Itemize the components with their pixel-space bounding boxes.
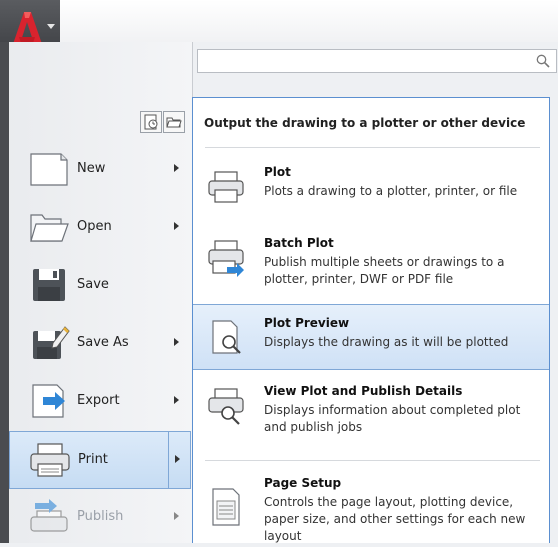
- submenu-arrow-icon: [174, 396, 179, 404]
- open-documents-button[interactable]: [163, 111, 185, 133]
- menu-item-label: Export: [77, 393, 120, 408]
- menu-item-print[interactable]: Print: [9, 431, 191, 489]
- plot-preview-icon: [212, 320, 241, 354]
- submenu-item-title: Plot Preview: [264, 316, 350, 330]
- submenu-header: Output the drawing to a plotter or other…: [204, 116, 526, 130]
- submenu-item-title: Batch Plot: [264, 236, 334, 250]
- menu-item-label: New: [77, 161, 106, 176]
- open-documents-icon: [166, 117, 182, 128]
- submenu-item-description: Plots a drawing to a plotter, printer, o…: [264, 184, 518, 198]
- menu-item-open[interactable]: Open: [9, 199, 191, 257]
- submenu-arrow-icon: [174, 338, 179, 346]
- page-setup-icon: [212, 488, 240, 526]
- submenu-item-title: Plot: [264, 165, 291, 179]
- menu-item-label: Save As: [77, 335, 129, 350]
- submenu-item-view-plot-details[interactable]: View Plot and Publish Details Displays i…: [193, 373, 549, 449]
- submenu-item-plot[interactable]: Plot Plots a drawing to a plotter, print…: [193, 154, 549, 220]
- submenu-item-description: Displays the drawing as it will be plott…: [264, 335, 509, 349]
- search-input[interactable]: [198, 50, 530, 72]
- divider: [205, 460, 540, 461]
- menu-item-label: Save: [77, 277, 109, 292]
- menu-item-save[interactable]: Save: [9, 257, 191, 315]
- top-bar: [0, 0, 558, 42]
- menu-item-export[interactable]: Export: [9, 373, 191, 431]
- printer-icon: [208, 171, 244, 203]
- submenu-item-title: Page Setup: [264, 476, 342, 490]
- menu-item-label: Publish: [77, 509, 124, 524]
- search-box[interactable]: [197, 49, 557, 73]
- batch-plot-icon: [208, 240, 244, 277]
- menu-item-label: Open: [77, 219, 112, 234]
- save-as-icon: [33, 326, 70, 359]
- divider: [205, 147, 540, 148]
- submenu-item-description: Displays information about completed plo…: [264, 403, 521, 434]
- menu-item-new[interactable]: New: [9, 141, 191, 199]
- menu-item-label: Print: [78, 452, 108, 467]
- submenu-arrow-icon: [174, 512, 179, 520]
- export-icon: [32, 384, 65, 418]
- printer-icon: [30, 443, 70, 477]
- new-document-icon: [30, 153, 68, 186]
- submenu-item-page-setup[interactable]: Page Setup Controls the page layout, plo…: [193, 465, 549, 543]
- submenu-item-title: View Plot and Publish Details: [264, 384, 463, 398]
- plot-details-icon: [208, 388, 244, 425]
- submenu-arrow-icon: [174, 164, 179, 172]
- submenu-arrow-icon: [174, 222, 179, 230]
- menu-item-publish[interactable]: Publish: [9, 489, 191, 547]
- submenu-item-description: Publish multiple sheets or drawings to a…: [264, 255, 505, 286]
- submenu-item-batch-plot[interactable]: Batch Plot Publish multiple sheets or dr…: [193, 225, 549, 301]
- floppy-disk-icon: [33, 269, 65, 301]
- search-icon[interactable]: [536, 54, 550, 68]
- recent-documents-button[interactable]: [140, 111, 162, 133]
- menu-item-save-as[interactable]: Save As: [9, 315, 191, 373]
- recent-documents-icon: [144, 114, 158, 130]
- print-submenu-panel: Output the drawing to a plotter or other…: [192, 97, 550, 543]
- submenu-arrow-icon: [175, 455, 180, 463]
- publish-icon: [30, 499, 68, 532]
- chevron-down-icon: [47, 24, 55, 29]
- menu-edge-strip: [0, 42, 9, 543]
- folder-open-icon: [30, 214, 69, 242]
- submenu-item-description: Controls the page layout, plotting devic…: [264, 495, 526, 543]
- submenu-item-plot-preview[interactable]: Plot Preview Displays the drawing as it …: [193, 304, 549, 370]
